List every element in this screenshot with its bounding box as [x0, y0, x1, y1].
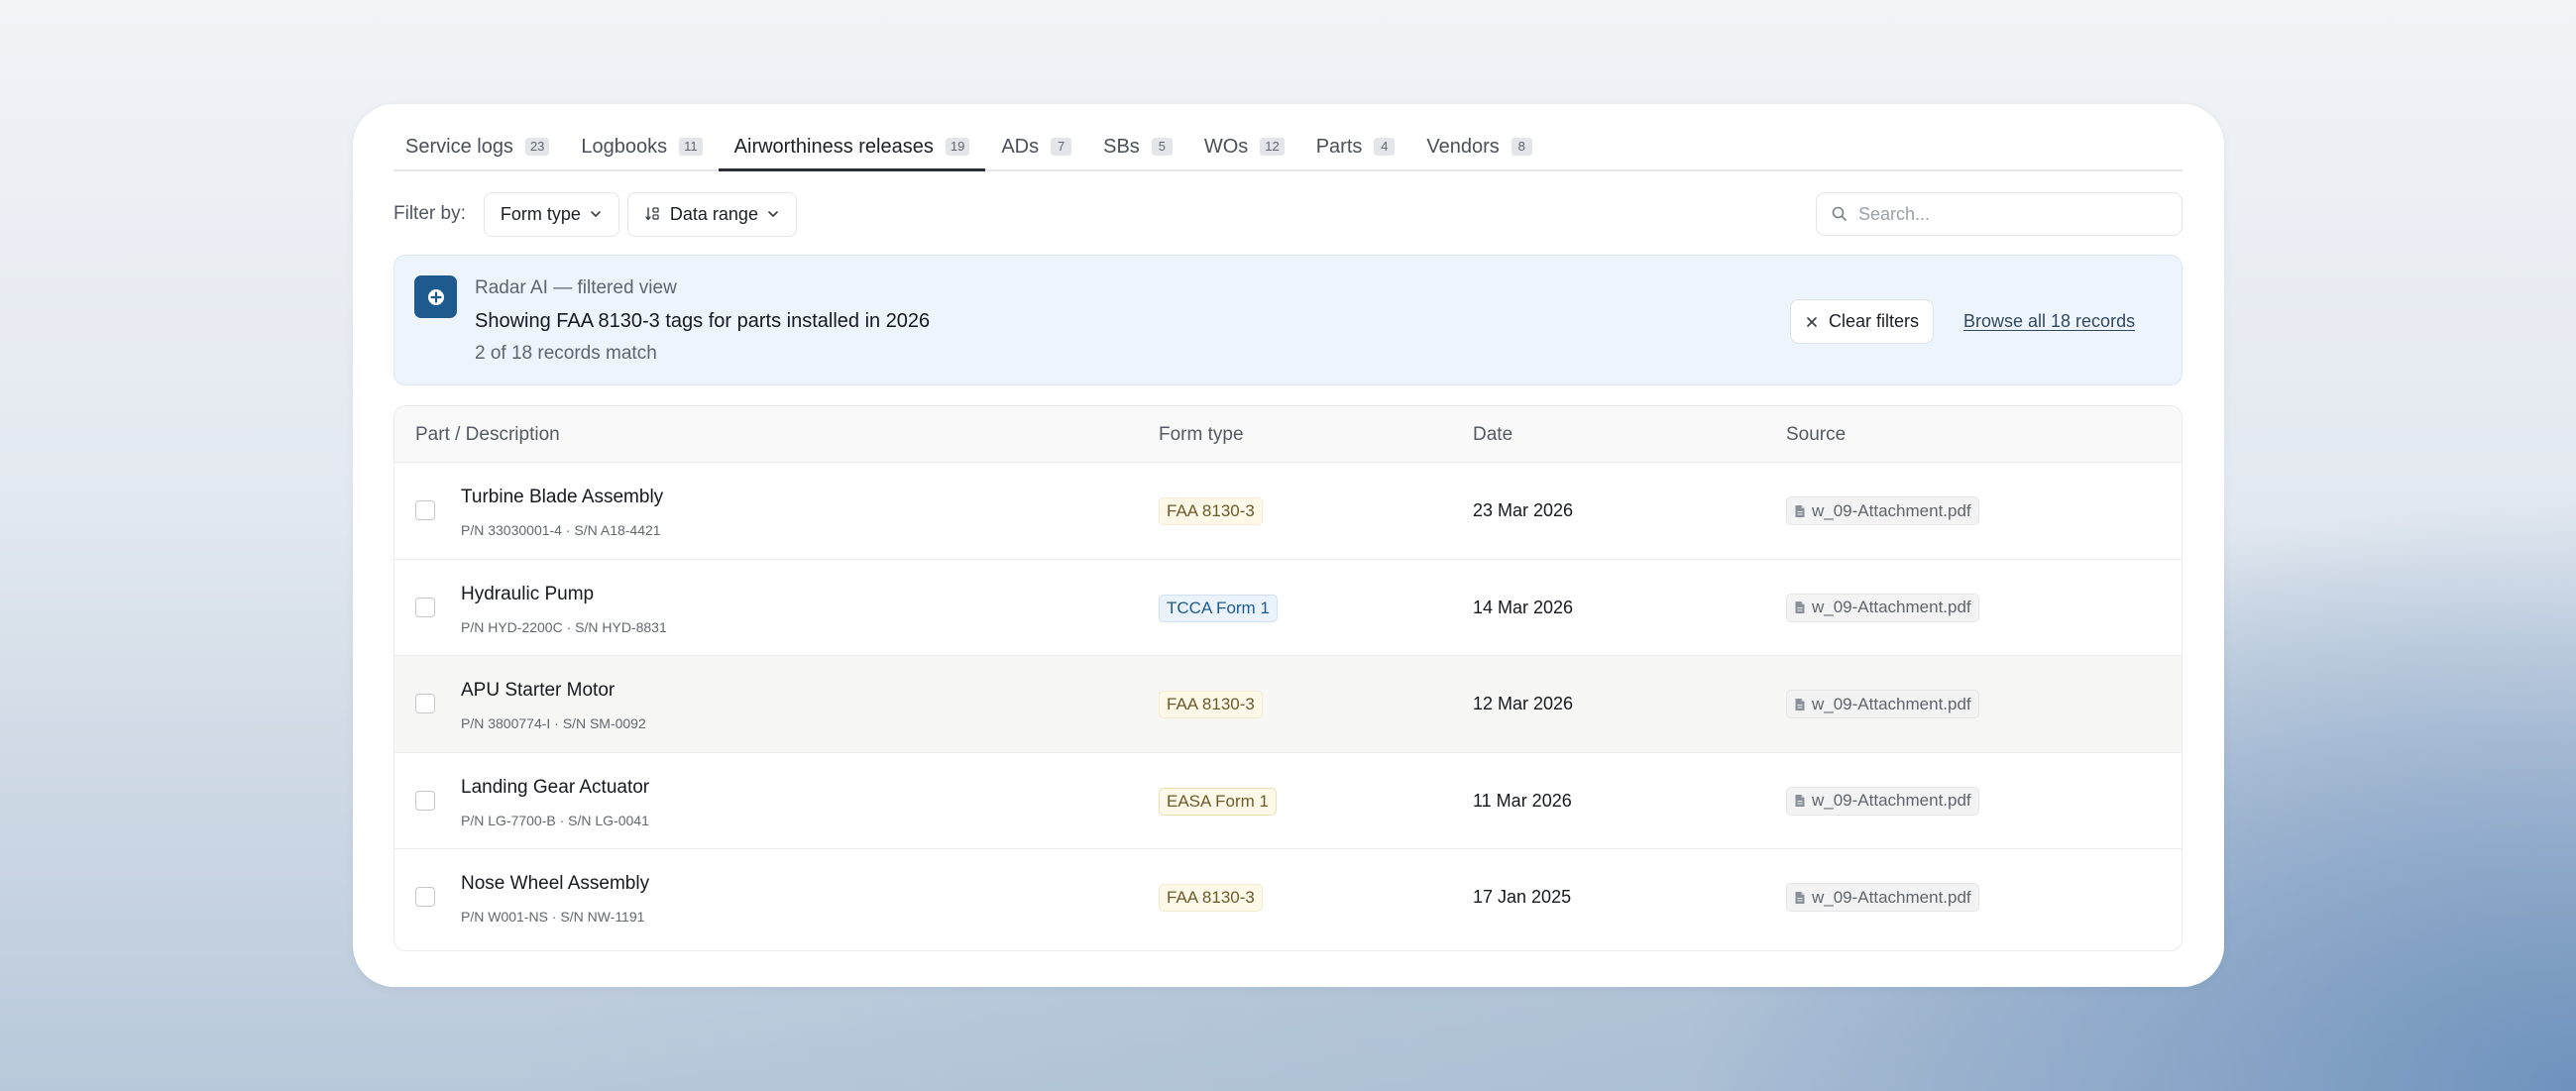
table-row[interactable]: APU Starter Motor P/N 3800774-I · S/N SM… [394, 656, 2182, 753]
tab-label: ADs [1001, 135, 1040, 158]
source-filename: w_09-Attachment.pdf [1812, 694, 1971, 713]
clear-filters-button[interactable]: Clear filters [1790, 299, 1935, 344]
tab-vendors[interactable]: Vendors 8 [1410, 102, 1547, 169]
record-date: 12 Mar 2026 [1473, 694, 1574, 713]
source-filename: w_09-Attachment.pdf [1812, 598, 1971, 616]
table-row[interactable]: Hydraulic Pump P/N HYD-2200C · S/N HYD-8… [394, 560, 2182, 656]
file-icon [1795, 698, 1805, 710]
tab-count: 12 [1260, 138, 1285, 156]
record-date: 17 Jan 2025 [1473, 887, 1572, 907]
browse-all-link[interactable]: Browse all 18 records [1963, 311, 2135, 332]
form-type-badge: FAA 8130-3 [1159, 497, 1263, 525]
tab-airworthiness-releases[interactable]: Airworthiness releases 19 [718, 102, 986, 171]
row-checkbox[interactable] [415, 500, 435, 520]
source-filename: w_09-Attachment.pdf [1812, 887, 1971, 907]
clear-filters-label: Clear filters [1829, 311, 1920, 331]
source-filename: w_09-Attachment.pdf [1812, 791, 1971, 810]
part-numbers: P/N 3800774-I · S/N SM-0092 [461, 715, 646, 731]
tab-label: Logbooks [581, 135, 668, 158]
record-date: 14 Mar 2026 [1473, 597, 1574, 617]
chevron-down-icon [768, 211, 778, 217]
tab-ads[interactable]: ADs 7 [985, 102, 1087, 169]
radar-ai-icon [414, 275, 457, 318]
column-header-form-type[interactable]: Form type [1159, 424, 1244, 446]
tab-count: 19 [945, 138, 970, 156]
tab-count: 23 [524, 138, 550, 156]
source-attachment[interactable]: w_09-Attachment.pdf [1786, 593, 1979, 622]
close-icon [1807, 316, 1817, 327]
row-checkbox[interactable] [415, 790, 435, 811]
tab-sbs[interactable]: SBs 5 [1087, 102, 1188, 169]
row-checkbox[interactable] [415, 887, 435, 907]
records-table: Part / Description Form type Date Source… [393, 405, 2183, 951]
part-name: Hydraulic Pump [461, 583, 595, 604]
tab-count: 7 [1051, 138, 1072, 156]
form-type-badge: EASA Form 1 [1159, 787, 1277, 816]
search-icon [1832, 206, 1847, 221]
source-attachment[interactable]: w_09-Attachment.pdf [1786, 883, 1979, 912]
record-date: 23 Mar 2026 [1473, 500, 1574, 520]
table-row[interactable]: Landing Gear Actuator P/N LG-7700-B · S/… [394, 753, 2182, 849]
part-numbers: P/N W001-NS · S/N NW-1191 [461, 909, 645, 925]
form-type-badge: FAA 8130-3 [1159, 691, 1263, 718]
chevron-down-icon [591, 211, 601, 217]
part-name: Landing Gear Actuator [461, 776, 650, 798]
search-box[interactable] [1816, 192, 2183, 236]
row-checkbox[interactable] [415, 597, 435, 617]
tab-label: Parts [1315, 135, 1363, 158]
tab-count: 4 [1374, 138, 1396, 156]
tab-wos[interactable]: WOs 12 [1188, 102, 1300, 169]
part-numbers: P/N 33030001-4 · S/N A18-4421 [461, 522, 661, 538]
search-input[interactable] [1858, 203, 2156, 225]
tab-label: SBs [1103, 135, 1140, 158]
file-icon [1795, 795, 1805, 807]
column-header-part[interactable]: Part / Description [415, 424, 560, 446]
file-icon [1795, 504, 1805, 517]
tab-parts[interactable]: Parts 4 [1300, 102, 1411, 169]
tab-label: Vendors [1426, 135, 1500, 158]
row-checkbox[interactable] [415, 694, 435, 713]
column-header-source[interactable]: Source [1786, 424, 1846, 446]
date-range-label: Data range [669, 203, 758, 224]
part-name: Nose Wheel Assembly [461, 873, 650, 894]
banner-description: Showing FAA 8130-3 tags for parts instal… [475, 310, 931, 332]
record-date: 11 Mar 2026 [1473, 790, 1572, 811]
part-numbers: P/N HYD-2200C · S/N HYD-8831 [461, 618, 667, 635]
file-icon [1795, 891, 1805, 904]
part-name: Turbine Blade Assembly [461, 487, 664, 507]
sort-icon [645, 207, 659, 221]
tab-logbooks[interactable]: Logbooks 11 [565, 102, 718, 169]
filter-bar: Filter by: Form type Data range [393, 191, 2183, 237]
tab-service-logs[interactable]: Service logs 23 [393, 102, 565, 169]
tab-count: 11 [679, 138, 703, 156]
table-header: Part / Description Form type Date Source [394, 406, 2182, 463]
source-attachment[interactable]: w_09-Attachment.pdf [1786, 496, 1979, 525]
part-name: APU Starter Motor [461, 680, 616, 701]
form-type-dropdown[interactable]: Form type [483, 191, 619, 237]
form-type-label: Form type [500, 203, 581, 224]
tab-count: 8 [1511, 138, 1532, 156]
tab-count: 5 [1151, 138, 1173, 156]
column-header-date[interactable]: Date [1473, 424, 1512, 446]
file-icon [1795, 601, 1805, 613]
table-row[interactable]: Turbine Blade Assembly P/N 33030001-4 · … [394, 463, 2182, 560]
ai-filter-banner: Radar AI — filtered view Showing FAA 813… [393, 255, 2183, 385]
source-filename: w_09-Attachment.pdf [1812, 500, 1971, 520]
date-range-dropdown[interactable]: Data range [626, 191, 797, 237]
tab-label: Service logs [405, 135, 513, 158]
form-type-badge: TCCA Form 1 [1159, 594, 1278, 622]
form-type-badge: FAA 8130-3 [1159, 884, 1263, 912]
tab-bar: Service logs 23 Logbooks 11 Airworthines… [393, 104, 2183, 171]
source-attachment[interactable]: w_09-Attachment.pdf [1786, 690, 1979, 718]
table-row[interactable]: Nose Wheel Assembly P/N W001-NS · S/N NW… [394, 849, 2182, 946]
records-card: Service logs 23 Logbooks 11 Airworthines… [353, 104, 2224, 987]
tab-label: WOs [1203, 135, 1249, 158]
match-count: 2 of 18 records match [475, 343, 657, 364]
tab-label: Airworthiness releases [733, 135, 934, 158]
banner-title: Radar AI — filtered view [475, 277, 677, 298]
filter-label: Filter by: [393, 203, 466, 224]
source-attachment[interactable]: w_09-Attachment.pdf [1786, 786, 1979, 816]
part-numbers: P/N LG-7700-B · S/N LG-0041 [461, 812, 649, 828]
